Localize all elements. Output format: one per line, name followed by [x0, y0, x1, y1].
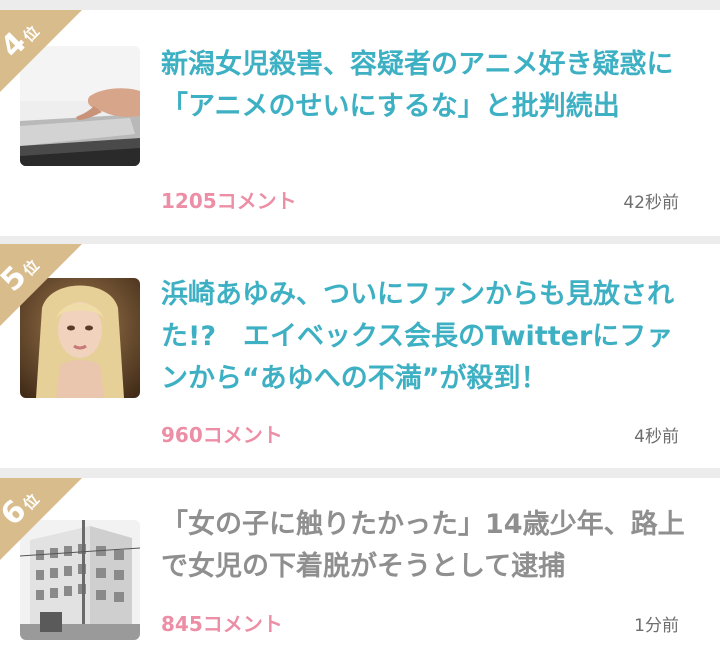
article-title-link[interactable]: 新潟女児殺害、容疑者のアニメ好き疑惑に「アニメのせいにするな」と批判続出 — [161, 44, 688, 128]
timestamp: 42秒前 — [623, 193, 679, 213]
ranking-list: 4位 新潟女児殺害、容疑者のアニメ好き疑惑に「アニメのせいにするな」と批判続出 … — [0, 0, 720, 656]
timestamp: 1分前 — [634, 616, 679, 636]
article-title-link[interactable]: 浜崎あゆみ、ついにファンからも見放された!? エイベックス会長のTwitterに… — [161, 274, 688, 400]
list-item[interactable]: 6位 「女の子に触りたかった」14歳少年、路上で女児の下着脱がそうとして逮捕 8… — [0, 478, 720, 656]
comment-count: 1205コメント — [161, 189, 297, 213]
list-item[interactable]: 5位 浜崎あゆみ、ついにファンからも見放された!? エイベックス会長のTwitt… — [0, 244, 720, 468]
article-title-link[interactable]: 「女の子に触りたかった」14歳少年、路上で女児の下着脱がそうとして逮捕 — [161, 504, 688, 588]
comment-count: 845コメント — [161, 612, 283, 636]
timestamp: 4秒前 — [634, 427, 679, 447]
list-item[interactable]: 4位 新潟女児殺害、容疑者のアニメ好き疑惑に「アニメのせいにするな」と批判続出 … — [0, 10, 720, 236]
comment-count: 960コメント — [161, 423, 283, 447]
